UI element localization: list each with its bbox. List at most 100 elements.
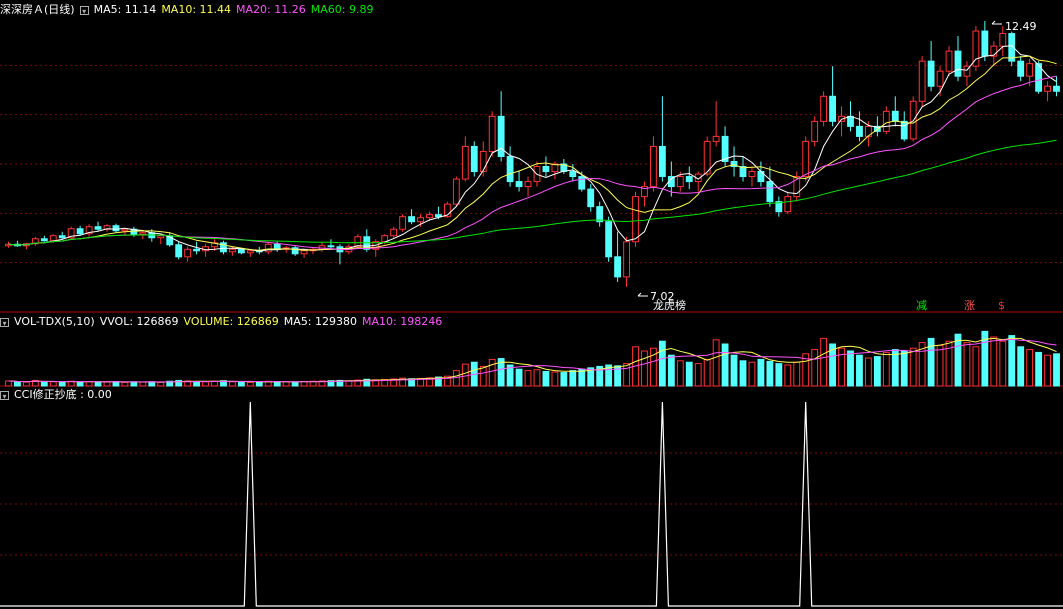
volume-bar (515, 368, 523, 387)
volume-bar (76, 381, 84, 387)
moving-average-lines (8, 45, 1057, 252)
ma60-line (8, 139, 1057, 246)
volume-bar (954, 333, 962, 387)
tag-dollar: $ (998, 299, 1005, 312)
collapse-icon[interactable]: ▾ (0, 318, 9, 328)
tag-up: 涨 (964, 299, 975, 312)
candle-body (802, 140, 810, 178)
candle-body (76, 228, 84, 235)
candle-body (847, 115, 854, 127)
volume-bar (882, 351, 890, 387)
tag-dragon: 龙虎榜 (653, 298, 686, 312)
volume-bar (5, 380, 12, 387)
candle-body (479, 150, 487, 173)
candle-body (506, 155, 514, 183)
volume-bar (229, 381, 236, 387)
volume-bar (712, 339, 720, 387)
candle-body (676, 176, 684, 188)
candle-body (856, 125, 863, 137)
volume-bar (40, 381, 48, 387)
candle-body (399, 216, 407, 230)
volume-bar (22, 381, 30, 387)
volume-bar (139, 381, 147, 387)
stock-name[interactable]: 深深房Ａ(日线) (0, 3, 75, 16)
candlestick-series (5, 21, 1060, 287)
candle-body (820, 95, 828, 122)
ma5-line (8, 45, 1057, 252)
volume-bar (685, 361, 693, 387)
volume-bar (246, 381, 254, 387)
ma20-value: MA20: 11.26 (236, 3, 306, 16)
volume-bar (282, 381, 290, 387)
candle-body (435, 214, 442, 218)
collapse-icon[interactable]: ▾ (0, 391, 9, 401)
candle-body (658, 145, 666, 178)
volume-bar (838, 347, 845, 387)
candle-body (327, 245, 335, 248)
volume-bar (202, 381, 209, 387)
candle-body (40, 238, 48, 242)
candle-body (515, 181, 523, 188)
candle-body (452, 178, 460, 205)
candle-body (157, 235, 165, 239)
candle-body (139, 232, 147, 235)
ma10-line (8, 55, 1057, 251)
volume-bars (5, 330, 1060, 387)
volume-bar (909, 347, 917, 387)
candle-body (542, 166, 550, 173)
volume-bar (488, 358, 496, 387)
candle-body (721, 135, 729, 162)
volume-bar (130, 381, 138, 387)
volume-bar (255, 381, 263, 387)
candle-body (237, 248, 245, 254)
volume-bar (990, 336, 998, 387)
candle-body (712, 135, 720, 142)
candle-body (596, 206, 604, 223)
vol-indicator-name[interactable]: VOL-TDX(5,10) (14, 315, 95, 328)
candle-body (569, 171, 577, 178)
collapse-icon[interactable]: ▾ (79, 6, 89, 16)
volume-header: ▾ VOL-TDX(5,10) VVOL: 126869 VOLUME: 126869… (0, 315, 447, 329)
vol-ma5-value: MA5: 129380 (283, 315, 358, 328)
volume-bar (721, 343, 729, 387)
volume-bar (193, 381, 201, 387)
ma20-line (8, 75, 1057, 251)
candle-body (1017, 60, 1025, 77)
volume-bar (1017, 346, 1025, 387)
volume-bar (1035, 351, 1043, 387)
volume-bar (676, 360, 684, 387)
candle-body (461, 145, 469, 180)
volume-bar (58, 381, 66, 387)
candle-body (587, 188, 595, 208)
cci-header: ▾ CCI修正抄底 : 0.00 (0, 388, 117, 402)
volume-bar (999, 340, 1007, 387)
candle-body (954, 50, 962, 77)
candle-body (1026, 63, 1034, 77)
volume-value: VOLUME: 126869 (183, 315, 279, 328)
cci-indicator-name[interactable]: CCI修正抄底 : 0.00 (14, 388, 112, 401)
candle-body (981, 30, 989, 57)
volume-bar (757, 358, 765, 387)
candle-body (784, 196, 792, 213)
candle-body (417, 217, 424, 223)
candle-body (685, 176, 693, 183)
volume-bar (237, 381, 245, 387)
candle-body (900, 120, 908, 140)
candle-body (291, 247, 299, 255)
candle-body (882, 110, 890, 132)
candle-body (229, 248, 236, 253)
volume-bar (793, 361, 801, 387)
candle-body (614, 256, 622, 278)
candle-body (1044, 85, 1051, 92)
ma60-value: MA60: 9.89 (310, 3, 374, 16)
volume-bar (121, 381, 129, 387)
ma5-value: MA5: 11.14 (93, 3, 157, 16)
candle-body (408, 216, 415, 223)
stock-chart[interactable]: 12.49 7.02 龙虎榜 减 涨 $ (0, 0, 1063, 609)
candle-body (766, 181, 774, 203)
volume-bar (542, 370, 550, 387)
candle-body (936, 70, 944, 87)
volume-bar (569, 370, 577, 387)
candle-body (112, 225, 120, 232)
volume-bar (847, 350, 854, 387)
